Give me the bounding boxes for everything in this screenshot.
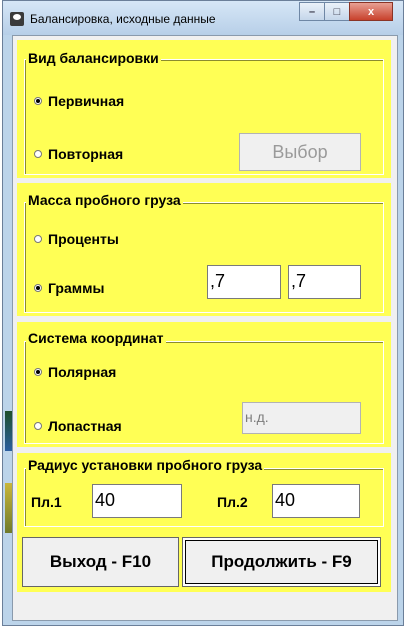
trial-mass-panel: Масса пробного груза Проценты Граммы ,7 …	[17, 183, 391, 316]
maximize-button[interactable]: □	[324, 2, 350, 21]
radio-polar[interactable]: Полярная	[34, 364, 116, 380]
radio-grams[interactable]: Граммы	[34, 280, 104, 296]
radio-repeat[interactable]: Повторная	[34, 146, 123, 162]
radio-primary[interactable]: Первичная	[34, 93, 124, 109]
minimize-button[interactable]: –	[299, 2, 325, 21]
radio-dot-selected	[34, 368, 42, 376]
install-radius-panel: Радиус установки пробного груза Пл.1 40 …	[17, 453, 391, 530]
radio-dot-selected	[34, 97, 42, 105]
radio-primary-label: Первичная	[48, 93, 125, 109]
buttons-panel: Выход - F10 Продолжить - F9	[17, 530, 391, 592]
plane1-label: Пл.1	[31, 494, 62, 510]
coordinate-system-panel: Система координат Полярная Лопастная н.д…	[17, 322, 391, 447]
continue-button[interactable]: Продолжить - F9	[182, 537, 381, 587]
exit-button[interactable]: Выход - F10	[22, 537, 179, 587]
balancing-type-legend: Вид балансировки	[26, 50, 161, 66]
coordinate-system-legend: Система координат	[26, 330, 166, 346]
window-controls: – □ x	[299, 2, 393, 21]
radio-percent[interactable]: Проценты	[34, 231, 119, 247]
radio-polar-label: Полярная	[48, 364, 117, 380]
radio-grams-label: Граммы	[48, 280, 105, 296]
radio-blade-label: Лопастная	[48, 418, 122, 434]
dialog-window: Балансировка, исходные данные – □ x Вид …	[2, 0, 404, 626]
radio-dot-selected	[34, 284, 42, 292]
radio-percent-label: Проценты	[48, 231, 119, 247]
background-strip	[5, 411, 12, 451]
title-bar[interactable]: Балансировка, исходные данные – □ x	[3, 1, 403, 35]
trial-mass-legend: Масса пробного груза	[26, 192, 183, 208]
radio-dot	[34, 235, 42, 243]
mass-plane2-input[interactable]: ,7	[288, 265, 361, 299]
select-button[interactable]: Выбор	[239, 133, 361, 171]
balancing-type-panel: Вид балансировки Первичная Повторная Выб…	[17, 40, 391, 178]
radius-plane1-input[interactable]: 40	[92, 484, 182, 518]
close-button[interactable]: x	[349, 2, 393, 21]
radio-blade[interactable]: Лопастная	[34, 418, 122, 434]
background-strip	[5, 483, 12, 533]
app-icon	[10, 12, 24, 26]
blade-coordinate-input[interactable]: н.д.	[242, 402, 361, 434]
install-radius-legend: Радиус установки пробного груза	[26, 457, 265, 473]
radio-dot	[34, 150, 42, 158]
radius-plane2-input[interactable]: 40	[272, 484, 360, 518]
client-area: Вид балансировки Первичная Повторная Выб…	[12, 35, 398, 621]
plane2-label: Пл.2	[217, 494, 248, 510]
mass-plane1-input[interactable]: ,7	[207, 265, 281, 299]
radio-repeat-label: Повторная	[48, 146, 124, 162]
radio-dot	[34, 422, 42, 430]
window-title: Балансировка, исходные данные	[30, 12, 216, 26]
